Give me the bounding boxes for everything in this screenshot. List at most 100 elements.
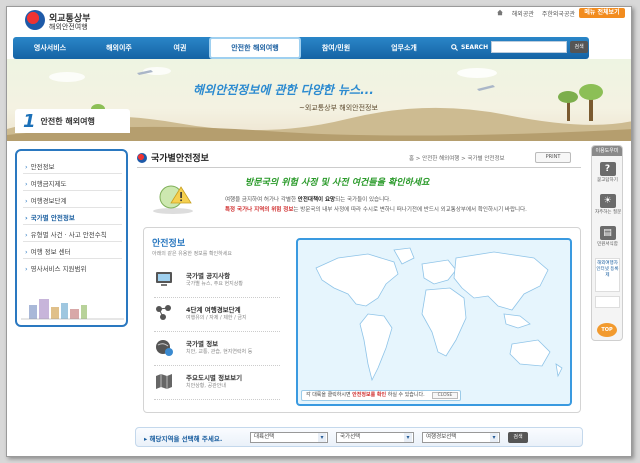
- country-select[interactable]: 국가선택: [336, 432, 414, 443]
- search-icon: [451, 43, 458, 51]
- region-search-button[interactable]: 검색: [508, 432, 528, 443]
- info-item-title: 주요도시별 정보보기: [186, 374, 243, 382]
- continent-north-america: [315, 253, 399, 307]
- safety-info-panel: 안전정보 아래의 같은 유용한 정보를 확인하세요 국가별 공지사항 국가별 뉴…: [143, 227, 581, 413]
- divider: [23, 190, 122, 191]
- print-button[interactable]: PRINT: [535, 152, 571, 163]
- lnb-item-incident-rules[interactable]: 유형별 사건 · 사고 안전수칙: [25, 229, 107, 239]
- intro-line-1: 여행을 금지하여 허가나 각별한 안전대책이 요망되는 국가들이 있습니다.: [225, 197, 391, 203]
- region-search-bar: ▸ 해당지역을 선택해 주세요. 대륙선택 국가선택 여행경보선택 검색: [135, 427, 583, 447]
- info-item-alert-stages[interactable]: 4단계 여행경보단계 여행유의 / 자제 / 제한 / 금지: [154, 298, 280, 332]
- map-notice: 각 대륙을 클릭하시면 안전정보를 확인 하실 수 있습니다. CLOSE: [301, 390, 461, 401]
- page-title: 국가별안전정보: [137, 151, 209, 164]
- search-button[interactable]: 검색: [570, 41, 589, 53]
- gnb-item-emigration[interactable]: 해외이주: [87, 43, 151, 53]
- main-navigation: 영사서비스 해외이주 여권 안전한 해외여행 참여/민원 업무소개 SEARCH…: [13, 37, 589, 59]
- quick-banner-image[interactable]: [595, 296, 620, 308]
- section-tag: 1 안전한 해외여행: [15, 109, 130, 133]
- search-area: SEARCH 검색: [451, 41, 589, 53]
- quick-item-faq[interactable]: ☀ 자주하는 질문: [595, 194, 622, 215]
- continent-new-zealand: [555, 363, 563, 378]
- breadcrumb: 홈 > 안전한 해외여행 > 국가별 안전정보: [409, 156, 505, 162]
- divider: [137, 167, 581, 168]
- safety-info-subheading: 아래의 같은 유용한 정보를 확인하세요: [152, 251, 232, 257]
- info-item-notices[interactable]: 국가별 공지사항 국가별 뉴스, 주요 현지상황: [154, 264, 280, 298]
- gnb-item-consular[interactable]: 영사서비스: [13, 43, 87, 53]
- hero-banner: 해외안전정보에 관한 다양한 뉴스... ~외교통상부 해외안전정보 1 안전한…: [7, 59, 631, 141]
- lnb-item-country-safety[interactable]: 국가별 안전정보: [25, 212, 75, 222]
- quick-item-label: 묻고답하기: [597, 178, 618, 183]
- side-navigation: 안전정보 여행금지제도 여행경보단계 국가별 안전정보 유형별 사건 · 사고 …: [15, 149, 128, 327]
- divider: [23, 207, 122, 208]
- gnb-item-about[interactable]: 업무소개: [371, 43, 437, 53]
- traveler-registration-banner[interactable]: 해외여행자 인터넷 등록제: [595, 258, 620, 292]
- world-map-graphic: [315, 247, 563, 382]
- util-link-foreign-missions[interactable]: 주한외국공관: [542, 9, 575, 18]
- section-number: 1: [23, 110, 36, 132]
- info-item-title: 국가별 정보: [186, 340, 219, 348]
- alert-stages-icon: [156, 305, 171, 320]
- info-item-country-info[interactable]: 국가별 정보 치안, 교통, 관습, 현지연락처 등: [154, 332, 280, 366]
- quick-menu-heading: 이용도우미: [592, 146, 622, 156]
- home-icon[interactable]: [496, 9, 504, 16]
- quick-menu: 이용도우미 ? 묻고답하기 ☀ 자주하는 질문 ▤ 민원서식함 해외여행자 인터…: [591, 145, 623, 341]
- section-name: 안전한 해외여행: [40, 116, 95, 126]
- logo-subtitle: 해외안전여행: [49, 23, 88, 31]
- search-input[interactable]: [491, 41, 568, 53]
- info-item-desc: 치안, 교통, 관습, 현지연락처 등: [186, 349, 253, 355]
- gnb-item-safe-travel[interactable]: 안전한 해외여행: [209, 37, 301, 59]
- globe-info-icon: [156, 340, 173, 356]
- info-item-desc: 여행유의 / 자제 / 제한 / 금지: [186, 315, 247, 321]
- quick-item-qna[interactable]: ? 묻고답하기: [595, 162, 620, 183]
- quick-item-label: 민원서식함: [597, 242, 618, 247]
- info-item-desc: 치안상황, 공관안내: [186, 383, 226, 389]
- page-frame: 외교통상부 해외안전여행 해외공관 주한외국공관 메뉴 전체보기 영사서비스 해…: [6, 6, 632, 457]
- search-label: SEARCH: [461, 43, 489, 51]
- banner-subtitle: ~외교통상부 해외안전정보: [299, 104, 378, 112]
- alert-level-select[interactable]: 여행경보선택: [422, 432, 500, 443]
- gnb-item-passport[interactable]: 여권: [151, 43, 209, 53]
- site-logo[interactable]: 외교통상부 해외안전여행: [25, 10, 115, 34]
- continent-oceania: [509, 339, 551, 367]
- lnb-item-travel-ban[interactable]: 여행금지제도: [25, 178, 67, 188]
- info-item-city-info[interactable]: 주요도시별 정보보기 치안상황, 공관안내: [154, 366, 280, 400]
- quick-item-label: 자주하는 질문: [595, 210, 622, 215]
- utility-links: 해외공관 주한외국공관: [496, 9, 575, 18]
- lnb-item-travel-center[interactable]: 여행 정보 센터: [25, 246, 71, 256]
- divider: [23, 224, 122, 225]
- back-to-top-button[interactable]: TOP: [597, 323, 617, 337]
- info-item-desc: 국가별 뉴스, 주요 현지상황: [186, 281, 243, 287]
- info-item-title: 국가별 공지사항: [186, 272, 231, 280]
- region-label: ▸ 해당지역을 선택해 주세요.: [144, 435, 223, 443]
- util-link-missions[interactable]: 해외공관: [512, 9, 534, 18]
- lnb-item-safety-info[interactable]: 안전정보: [25, 161, 55, 171]
- town-illustration: [21, 299, 124, 320]
- airplane-icon: [477, 85, 495, 91]
- continent-europe: [421, 259, 457, 285]
- content-title-bar: 국가별안전정보 홈 > 안전한 해외여행 > 국가별 안전정보 PRINT: [137, 151, 577, 165]
- gnb-item-participation[interactable]: 참여/민원: [301, 43, 371, 53]
- taegeuk-logo-icon: [25, 10, 45, 30]
- safety-info-heading: 안전정보: [152, 239, 186, 249]
- header: 외교통상부 해외안전여행 해외공관 주한외국공관 메뉴 전체보기: [7, 7, 631, 37]
- divider: [23, 258, 122, 259]
- banner-title: 해외안전정보에 관한 다양한 뉴스...: [193, 83, 374, 97]
- map-close-button[interactable]: CLOSE: [432, 392, 458, 399]
- continent-africa: [421, 287, 467, 357]
- intro-line-2: 특정 국가나 지역의 위험 정보는 방문국의 내부 사정에 따라 수시로 변하니…: [225, 207, 527, 213]
- lnb-item-alert-levels[interactable]: 여행경보단계: [25, 195, 67, 205]
- continent-select[interactable]: 대륙선택: [250, 432, 328, 443]
- continent-southeast-asia: [503, 313, 531, 329]
- continent-asia: [453, 251, 549, 311]
- taegeuk-icon: [137, 152, 147, 163]
- quick-item-forms[interactable]: ▤ 민원서식함: [595, 226, 620, 247]
- menu-all-button[interactable]: 메뉴 전체보기: [579, 8, 625, 18]
- lnb-item-consular-scope[interactable]: 영사서비스 지원범위: [25, 263, 87, 273]
- page-title-text: 국가별안전정보: [151, 154, 209, 164]
- divider: [23, 173, 122, 174]
- form-icon: ▤: [599, 226, 616, 240]
- info-item-title: 4단계 여행경보단계: [186, 306, 241, 314]
- lightbulb-icon: ☀: [599, 194, 616, 208]
- world-map[interactable]: 각 대륙을 클릭하시면 안전정보를 확인 하실 수 있습니다. CLOSE: [296, 238, 572, 406]
- monitor-icon: [156, 272, 172, 286]
